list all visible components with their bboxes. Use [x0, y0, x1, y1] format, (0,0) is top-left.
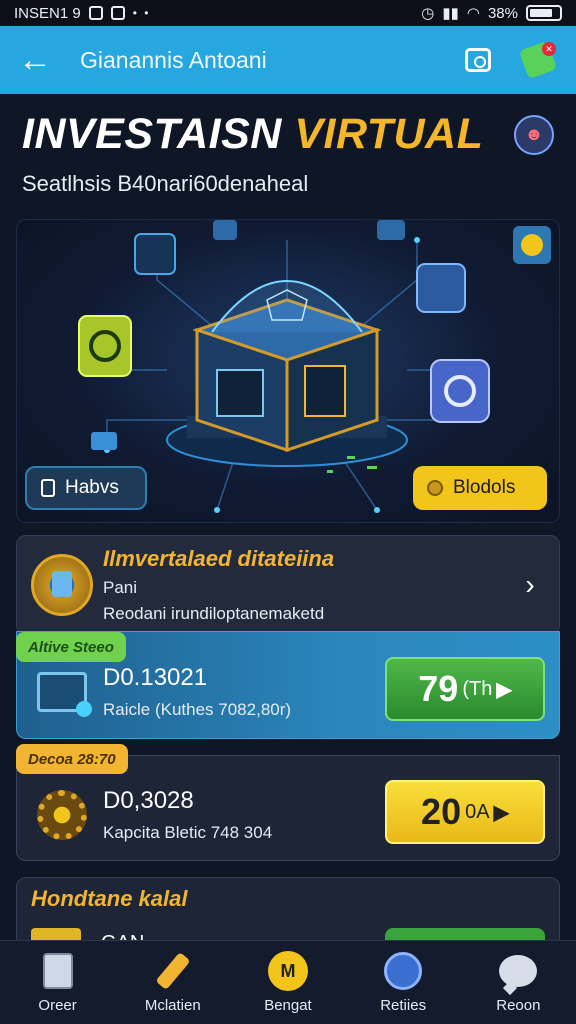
- hero-left-pill-label: Habvs: [65, 477, 119, 498]
- app-bar: ← Gianannis Antoani ✕: [0, 26, 576, 94]
- plan-value: D0.13021: [103, 664, 208, 691]
- hero-banner: Habvs Blodols: [16, 219, 560, 523]
- nav-item-home[interactable]: M Bengat: [238, 951, 338, 1014]
- invest-button[interactable]: 79 (Th ▶: [385, 657, 545, 721]
- intro-card[interactable]: Ilmvertalaed ditateiina Pani Reodani iru…: [16, 535, 560, 635]
- profile-icon[interactable]: ☻: [514, 114, 554, 155]
- more-notifications-icon: • •: [132, 6, 151, 20]
- hero-right-pill[interactable]: Blodols: [413, 466, 547, 510]
- shield-icon: [383, 951, 423, 991]
- plan-info: D0,3028 Kapcita Bletic 748 304: [89, 787, 385, 843]
- alarm-icon: ◷: [421, 5, 435, 22]
- nav-label: Retiies: [380, 997, 427, 1014]
- document-icon: [38, 951, 78, 991]
- hero-badge[interactable]: [513, 226, 551, 264]
- play-arrow-icon: ▶: [496, 678, 512, 701]
- nav-label: Mclatien: [144, 997, 201, 1014]
- plan-value: D0,3028: [103, 787, 194, 814]
- nav-item-chat[interactable]: Reoon: [468, 951, 568, 1014]
- notification-badge: ✕: [542, 42, 556, 56]
- gear-coin-icon: [35, 788, 89, 842]
- chat-icon: [498, 951, 538, 991]
- status-bar: INSEN1 9 • • ◷ ▮▮ ◠ 38%: [0, 0, 576, 26]
- nav-item-tools[interactable]: Mclatien: [123, 951, 223, 1014]
- badge-coin-icon: [521, 234, 543, 256]
- partial-card-title: Hondtane kalal: [31, 886, 188, 911]
- intro-line-1: Pani: [103, 578, 138, 597]
- camera-button[interactable]: [458, 40, 498, 80]
- invest-button-unit: (Th: [462, 677, 493, 700]
- plan-info: D0.13021 Raicle (Kuthes 7082,80r): [89, 664, 385, 720]
- app-notification-icon: [88, 6, 103, 20]
- intro-line-2: Reodani irundiloptanemaketd: [103, 604, 325, 623]
- nav-label: Bengat: [264, 997, 312, 1014]
- nav-item-orders[interactable]: Oreer: [8, 951, 108, 1014]
- invest-button-unit: 0A: [465, 800, 490, 823]
- back-arrow-icon[interactable]: ←: [18, 43, 62, 77]
- battery-text: 38%: [487, 4, 518, 22]
- nav-label: Oreer: [38, 997, 77, 1014]
- play-arrow-icon: ▶: [493, 801, 509, 824]
- hero-left-pill[interactable]: Habvs: [25, 466, 147, 510]
- wifi-icon: ◠: [466, 5, 480, 22]
- nav-item-rewards[interactable]: Retiies: [353, 951, 453, 1014]
- page-subtitle: Seatlhsis B40nari60denaheal: [22, 171, 309, 196]
- plan-tag: Altive Steeo: [16, 632, 126, 662]
- investment-coin-icon: [31, 554, 93, 616]
- gift-button[interactable]: ✕: [518, 40, 558, 80]
- chevron-right-icon[interactable]: ›: [515, 569, 545, 601]
- title-part-2: VIRTUAL: [294, 110, 484, 158]
- carrier-text: INSEN1 9: [14, 4, 81, 22]
- hero-right-pill-label: Blodols: [453, 477, 516, 498]
- intro-title: Ilmvertalaed ditateiina: [103, 546, 335, 571]
- battery-icon: [526, 5, 562, 21]
- invest-button-value: 20: [421, 791, 462, 832]
- mail-notification-icon: [110, 6, 125, 20]
- tools-icon: [153, 951, 193, 991]
- plan-tag: Decoa 28:70: [16, 744, 128, 774]
- signal-icon: ▮▮: [442, 5, 459, 22]
- plan-detail: Raicle (Kuthes 7082,80r): [103, 700, 292, 719]
- invest-button[interactable]: 20 0A ▶: [385, 780, 545, 844]
- camera-icon: [465, 48, 491, 72]
- app-title: Gianannis Antoani: [80, 46, 267, 73]
- invest-button-value: 79: [418, 668, 459, 709]
- chip-icon: [35, 665, 92, 719]
- m-coin-icon: M: [267, 951, 308, 991]
- document-icon: [41, 479, 55, 497]
- headline: INVESTAISN VIRTUAL ☻: [0, 94, 576, 159]
- plan-card[interactable]: Decoa 28:70 D0,3028 Kapcita Bletic 748 3…: [16, 744, 560, 861]
- page-title: INVESTAISN VIRTUAL: [22, 110, 483, 159]
- coin-icon: [427, 480, 443, 496]
- nav-label: Reoon: [496, 997, 541, 1014]
- plan-card[interactable]: Altive Steeo D0.13021 Raicle (Kuthes 708…: [16, 631, 560, 739]
- plan-detail: Kapcita Bletic 748 304: [103, 823, 273, 842]
- title-part-1: INVESTAISN: [22, 110, 282, 158]
- bottom-nav: Oreer Mclatien M Bengat Retiies Reoon: [0, 940, 576, 1024]
- status-right: ◷ ▮▮ ◠ 38%: [421, 4, 562, 22]
- intro-text: Ilmvertalaed ditateiina Pani Reodani iru…: [93, 546, 515, 624]
- status-left: INSEN1 9 • •: [14, 5, 150, 22]
